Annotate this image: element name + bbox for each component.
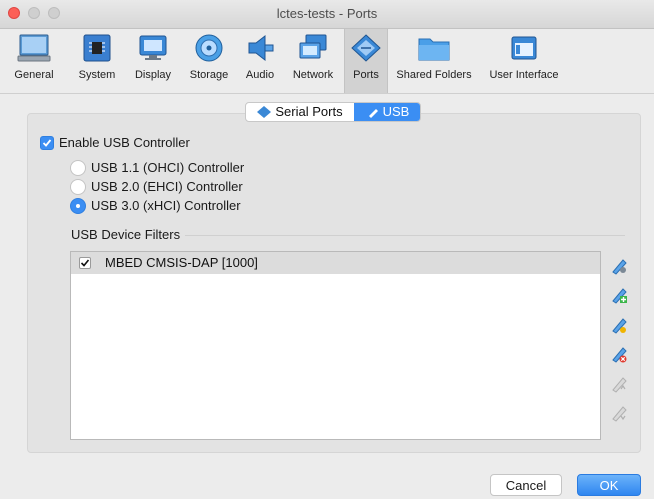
remove-filter-icon[interactable] <box>609 344 629 364</box>
filter-checkbox[interactable] <box>79 257 91 269</box>
toolbar-item-audio[interactable]: Audio <box>240 29 280 93</box>
move-down-icon[interactable] <box>609 403 629 423</box>
toolbar-item-storage[interactable]: Storage <box>184 29 234 93</box>
add-from-device-icon[interactable] <box>609 285 629 305</box>
tab-usb[interactable]: USB <box>354 103 420 121</box>
checkmark-icon <box>42 139 52 147</box>
usb-icon <box>368 109 378 118</box>
window-title: lctes-tests - Ports <box>276 6 378 21</box>
separator <box>185 235 625 236</box>
toolbar-label: Network <box>292 69 334 81</box>
user-interface-icon <box>511 36 537 60</box>
toolbar-item-network[interactable]: Network <box>286 29 340 93</box>
ports-tab-control: Serial Ports USB <box>245 102 421 122</box>
folder-icon <box>418 38 450 61</box>
toolbar-label: Storage <box>189 69 229 81</box>
storage-icon <box>195 34 223 62</box>
audio-icon <box>248 34 274 62</box>
tab-label: Serial Ports <box>275 104 343 119</box>
toolbar-label: Display <box>134 69 172 81</box>
usb11-label: USB 1.1 (OHCI) Controller <box>91 160 245 175</box>
serial-port-icon <box>257 106 272 118</box>
toolbar-label: General <box>14 69 54 81</box>
tab-label: USB <box>382 104 410 119</box>
settings-toolbar: General System Display Storage Audio Net… <box>0 29 654 94</box>
move-up-icon[interactable] <box>609 374 629 394</box>
toolbar-label: Shared Folders <box>396 69 472 81</box>
toolbar-label: System <box>78 69 116 81</box>
system-icon <box>83 34 111 62</box>
cancel-button[interactable]: Cancel <box>490 474 562 496</box>
enable-usb-label: Enable USB Controller <box>59 135 190 150</box>
checkmark-icon <box>80 259 90 267</box>
enable-usb-checkbox[interactable] <box>40 136 54 150</box>
usb11-radio[interactable] <box>70 160 86 176</box>
toolbar-item-display[interactable]: Display <box>130 29 176 93</box>
usb20-label: USB 2.0 (EHCI) Controller <box>91 179 243 194</box>
usb30-label: USB 3.0 (xHCI) Controller <box>91 198 241 213</box>
toolbar-item-shared-folders[interactable]: Shared Folders <box>396 29 472 93</box>
usb30-radio[interactable] <box>70 198 86 214</box>
toolbar-label: Ports <box>353 69 379 81</box>
ok-button[interactable]: OK <box>577 474 641 496</box>
tab-serial-ports[interactable]: Serial Ports <box>246 103 354 121</box>
general-icon <box>17 34 51 62</box>
ports-icon <box>351 34 381 62</box>
network-icon <box>299 34 327 59</box>
display-icon <box>139 35 167 60</box>
usb-filter-list[interactable]: MBED CMSIS-DAP [1000] <box>70 251 601 440</box>
toolbar-label: Audio <box>245 69 275 81</box>
toolbar-item-system[interactable]: System <box>74 29 120 93</box>
list-item[interactable]: MBED CMSIS-DAP [1000] <box>71 252 600 274</box>
toolbar-label: User Interface <box>489 69 559 81</box>
toolbar-item-ports[interactable]: Ports <box>344 29 388 93</box>
toolbar-item-general[interactable]: General <box>8 29 60 93</box>
usb20-radio[interactable] <box>70 179 86 195</box>
filter-label: MBED CMSIS-DAP [1000] <box>105 255 258 270</box>
add-filter-icon[interactable] <box>609 256 629 276</box>
usb-filters-title: USB Device Filters <box>71 227 181 242</box>
edit-filter-icon[interactable] <box>609 315 629 335</box>
toolbar-item-user-interface[interactable]: User Interface <box>486 29 562 93</box>
title-bar: lctes-tests - Ports <box>0 0 654 29</box>
